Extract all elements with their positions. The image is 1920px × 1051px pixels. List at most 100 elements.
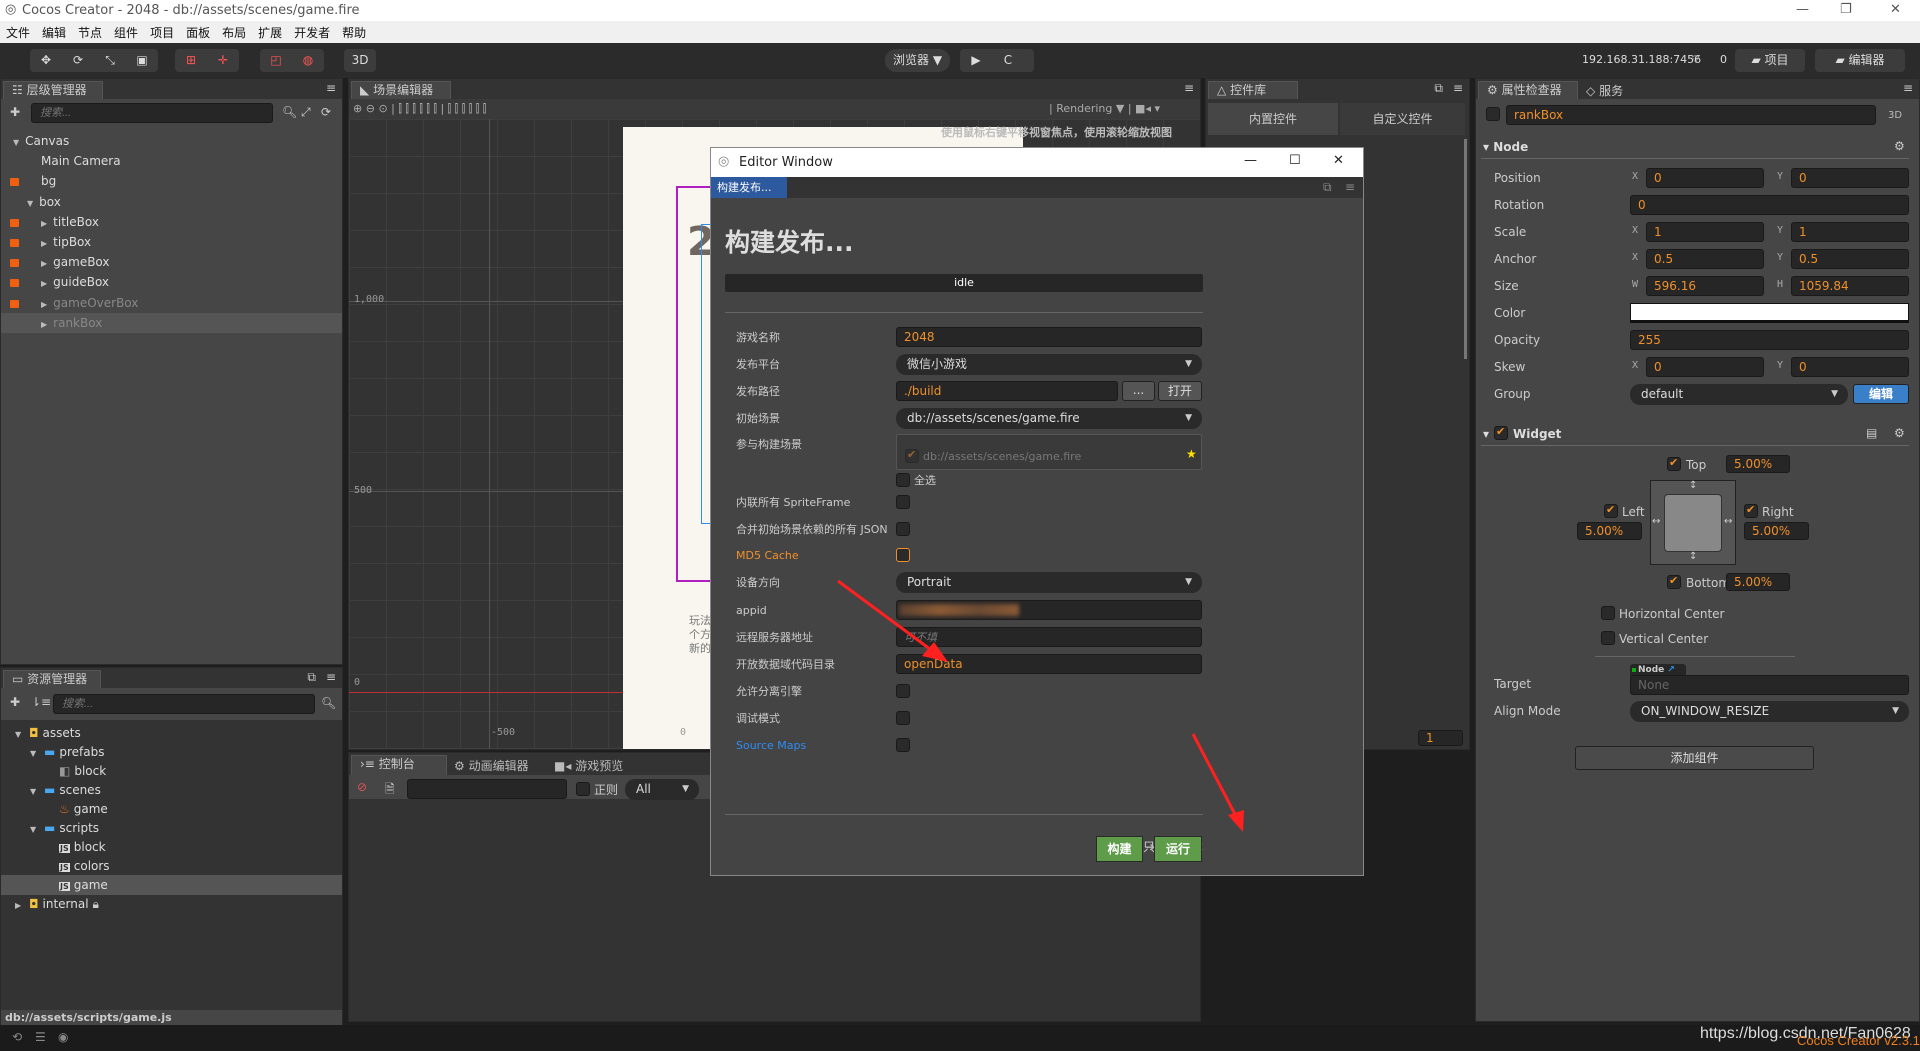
mode-3d-button[interactable]: 3D xyxy=(344,49,376,72)
sort-icon[interactable]: ⇂≡ xyxy=(31,695,51,709)
position-x-input[interactable]: 0 xyxy=(1646,168,1764,188)
md5-checkbox[interactable] xyxy=(896,548,910,562)
vertical-center-checkbox[interactable] xyxy=(1601,631,1615,645)
merge_json-checkbox[interactable] xyxy=(896,522,910,536)
scale-x-input[interactable]: 1 xyxy=(1646,222,1764,242)
align-icons[interactable]: | ⫿ ⫿ ⫿ ⫿ ⫿ ⫿ | ⫿ ⫿ ⫿ ⫿ ⫿ ⫿ xyxy=(391,102,486,115)
open-log-icon[interactable]: 🗎︎ xyxy=(385,780,395,801)
menu-icon[interactable]: ≡ xyxy=(1184,81,1194,95)
dialog-minimize-button[interactable]: — xyxy=(1244,153,1257,168)
local-icon[interactable]: ✛ xyxy=(207,49,239,72)
tab-scene[interactable]: ◣ 场景编辑器 xyxy=(351,81,451,99)
right-input[interactable]: 5.00% xyxy=(1744,522,1809,540)
add-node-button[interactable]: ✚ xyxy=(10,105,20,119)
asset-item[interactable]: JS game xyxy=(1,875,342,895)
top-input[interactable]: 5.00% xyxy=(1726,455,1790,473)
node-active-checkbox[interactable] xyxy=(1486,107,1500,121)
asset-item[interactable]: ▶ ◘ internal 🔒︎ xyxy=(1,894,342,914)
hierarchy-node[interactable]: Main Camera xyxy=(1,151,342,171)
lock-icon[interactable] xyxy=(10,178,19,187)
eye-icon[interactable]: ◉ xyxy=(58,1030,68,1044)
widget-enabled-checkbox[interactable] xyxy=(1494,425,1508,440)
remote-server-input[interactable]: 可不填 xyxy=(896,627,1202,647)
gear-icon[interactable]: ⚙ xyxy=(1894,139,1905,153)
hierarchy-node[interactable]: ▶ tipBox xyxy=(1,232,342,252)
rotate-tool-icon[interactable]: ⟳ xyxy=(62,49,94,72)
expand-icon[interactable]: ⤢ xyxy=(301,105,311,120)
platform-select[interactable]: 微信小游戏 xyxy=(896,354,1202,375)
size-h-input[interactable]: 1059.84 xyxy=(1791,276,1909,296)
zoom-in-icon[interactable]: ⊕ xyxy=(353,102,362,115)
caret-right-icon[interactable]: ▶ xyxy=(41,214,47,234)
menu-item[interactable]: 面板 xyxy=(186,24,210,41)
color-picker[interactable] xyxy=(1630,303,1909,323)
edit-group-button[interactable]: 编辑 xyxy=(1853,384,1909,404)
separate_engine-checkbox[interactable] xyxy=(896,684,910,698)
hierarchy-node[interactable]: ▼ Canvas xyxy=(1,131,342,151)
node-section-header[interactable]: ▾ Node xyxy=(1483,140,1528,154)
caret-right-icon[interactable]: ▶ xyxy=(41,295,47,315)
search-icon[interactable]: 🔍︎ xyxy=(282,105,297,119)
build-button[interactable]: 构建 xyxy=(1096,836,1143,862)
tab-animation[interactable]: ⚙ 动画编辑器 xyxy=(454,757,529,774)
mode-3d-toggle[interactable]: 3D xyxy=(1888,110,1902,121)
database-icon[interactable]: ☰ xyxy=(35,1030,46,1044)
menu-item[interactable]: 编辑 xyxy=(42,24,66,41)
path-input[interactable]: ./build xyxy=(896,381,1118,401)
inline_sprite-checkbox[interactable] xyxy=(896,495,910,509)
hierarchy-search-input[interactable] xyxy=(31,103,273,123)
add-component-button[interactable]: 添加组件 xyxy=(1575,746,1814,770)
gear-icon[interactable]: ⚙ xyxy=(1894,426,1905,440)
group-select[interactable]: default xyxy=(1630,384,1848,405)
minimize-button[interactable]: — xyxy=(1796,2,1809,17)
lock-icon[interactable] xyxy=(10,279,19,288)
target-input[interactable]: None xyxy=(1630,675,1909,695)
tab-inspector[interactable]: ⚙ 属性检查器 xyxy=(1478,81,1578,99)
dialog-close-button[interactable]: ✕ xyxy=(1333,153,1344,168)
menu-icon[interactable]: ≡ xyxy=(1345,180,1355,194)
scale-y-input[interactable]: 1 xyxy=(1791,222,1909,242)
anchor-x-input[interactable]: 0.5 xyxy=(1646,249,1764,269)
asset-item[interactable]: ▼ ▬ scripts xyxy=(1,818,342,838)
rect-tool-icon[interactable]: ▣ xyxy=(126,49,158,72)
caret-right-icon[interactable]: ▶ xyxy=(41,254,47,274)
snap-icon[interactable]: ◰ xyxy=(260,49,292,72)
asset-item[interactable]: JS block xyxy=(1,837,342,857)
position-y-input[interactable]: 0 xyxy=(1791,168,1909,188)
tab-builtin-controls[interactable]: 内置控件 xyxy=(1208,103,1338,135)
help-book-icon[interactable]: ▤ xyxy=(1866,426,1877,440)
tab-services[interactable]: ◇ 服务 xyxy=(1586,82,1623,99)
lock-icon[interactable] xyxy=(10,239,19,247)
rendering-select[interactable]: | Rendering ▼ | ■◂ ▾ xyxy=(1049,99,1160,119)
widget-collapse-icon[interactable]: ▾ xyxy=(1483,427,1489,441)
browse-path-button[interactable]: ... xyxy=(1122,381,1155,401)
align-mode-select[interactable]: ON_WINDOW_RESIZE xyxy=(1630,701,1909,722)
caret-right-icon[interactable]: ▶ xyxy=(15,896,23,916)
tab-library[interactable]: △ 控件库 xyxy=(1208,81,1298,99)
pivot-icon[interactable]: ⊞ xyxy=(175,49,207,72)
scene-checkbox[interactable] xyxy=(905,448,919,463)
size-w-input[interactable]: 596.16 xyxy=(1646,276,1764,296)
menu-item[interactable]: 文件 xyxy=(6,24,30,41)
menu-icon[interactable]: ≡ xyxy=(326,670,336,684)
menu-icon[interactable]: ≡ xyxy=(1453,81,1463,95)
menu-item[interactable]: 项目 xyxy=(150,24,174,41)
popout-icon[interactable]: ⧉ xyxy=(1323,180,1332,195)
lock-icon[interactable] xyxy=(10,299,19,308)
game_name-input[interactable]: 2048 xyxy=(896,327,1202,347)
menu-item[interactable]: 扩展 xyxy=(258,24,282,41)
top-checkbox[interactable] xyxy=(1667,456,1681,471)
scale-tool-icon[interactable]: ⤡ xyxy=(94,49,126,72)
zoom-out-icon[interactable]: ⊖ xyxy=(366,102,375,115)
asset-item[interactable]: ▼ ◘ assets xyxy=(1,723,342,743)
left-input[interactable]: 5.00% xyxy=(1577,522,1642,540)
hierarchy-node[interactable]: bg xyxy=(1,171,342,191)
close-button[interactable]: ✕ xyxy=(1890,2,1901,17)
world-icon[interactable]: ◍ xyxy=(292,49,324,72)
start_scene-select[interactable]: db://assets/scenes/game.fire xyxy=(896,408,1202,429)
opacity-input[interactable]: 255 xyxy=(1630,330,1909,350)
open-path-button[interactable]: 打开 xyxy=(1158,381,1202,401)
refresh-icon[interactable]: ⟳ xyxy=(321,105,331,119)
refresh-button[interactable]: C xyxy=(992,49,1024,72)
hierarchy-node[interactable]: ▶ guideBox xyxy=(1,272,342,292)
